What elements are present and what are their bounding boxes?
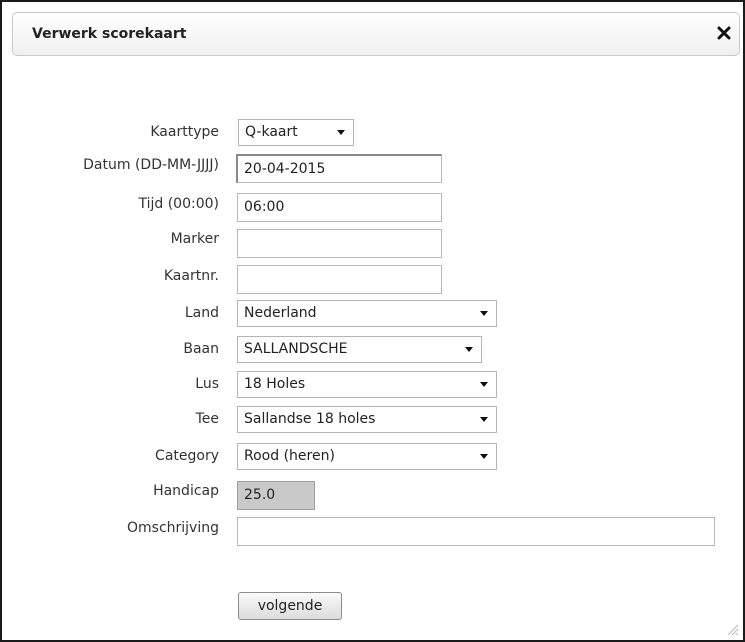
close-icon[interactable]	[715, 24, 733, 42]
dialog-titlebar: Verwerk scorekaart	[12, 12, 740, 56]
category-value: Rood (heren)	[244, 448, 335, 464]
chevron-down-icon	[465, 347, 473, 352]
datum-label: Datum (DD-MM-JJJJ)	[83, 157, 219, 173]
marker-input[interactable]	[237, 229, 442, 258]
omschrijving-label: Omschrijving	[127, 520, 219, 536]
resize-grip-icon[interactable]	[725, 622, 739, 636]
tijd-input[interactable]: 06:00	[237, 193, 442, 222]
chevron-down-icon	[480, 454, 488, 459]
kaarttype-label: Kaarttype	[150, 124, 219, 140]
category-label: Category	[155, 448, 219, 464]
category-select[interactable]: Rood (heren)	[237, 443, 497, 470]
omschrijving-input[interactable]	[237, 517, 715, 546]
handicap-label: Handicap	[153, 483, 219, 499]
datum-value: 20-04-2015	[244, 161, 326, 177]
baan-select[interactable]: SALLANDSCHE	[237, 336, 482, 363]
baan-label: Baan	[183, 341, 219, 357]
chevron-down-icon	[480, 417, 488, 422]
kaartnr-label: Kaartnr.	[163, 268, 219, 284]
kaartnr-input[interactable]	[237, 265, 442, 294]
land-label: Land	[184, 305, 219, 321]
lus-value: 18 Holes	[244, 376, 306, 392]
tee-label: Tee	[195, 411, 219, 427]
lus-select[interactable]: 18 Holes	[237, 371, 497, 398]
tijd-value: 06:00	[244, 199, 285, 215]
handicap-value: 25.0	[244, 487, 276, 503]
land-value: Nederland	[244, 305, 317, 321]
tee-value: Sallandse 18 holes	[244, 411, 376, 427]
chevron-down-icon	[480, 311, 488, 316]
dialog-title: Verwerk scorekaart	[32, 26, 187, 42]
lus-label: Lus	[195, 376, 219, 392]
baan-value: SALLANDSCHE	[244, 341, 348, 357]
tijd-label: Tijd (00:00)	[138, 196, 219, 212]
kaarttype-select[interactable]: Q-kaart	[238, 119, 354, 146]
chevron-down-icon	[480, 382, 488, 387]
datum-input[interactable]: 20-04-2015	[236, 154, 442, 183]
tee-select[interactable]: Sallandse 18 holes	[237, 406, 497, 433]
marker-label: Marker	[170, 231, 219, 247]
handicap-field: 25.0	[237, 481, 315, 510]
score-card-dialog: Verwerk scorekaart Kaarttype Q-kaart Dat…	[0, 0, 745, 642]
land-select[interactable]: Nederland	[237, 300, 497, 327]
kaarttype-value: Q-kaart	[245, 124, 298, 140]
chevron-down-icon	[337, 130, 345, 135]
next-button[interactable]: volgende	[238, 592, 342, 620]
